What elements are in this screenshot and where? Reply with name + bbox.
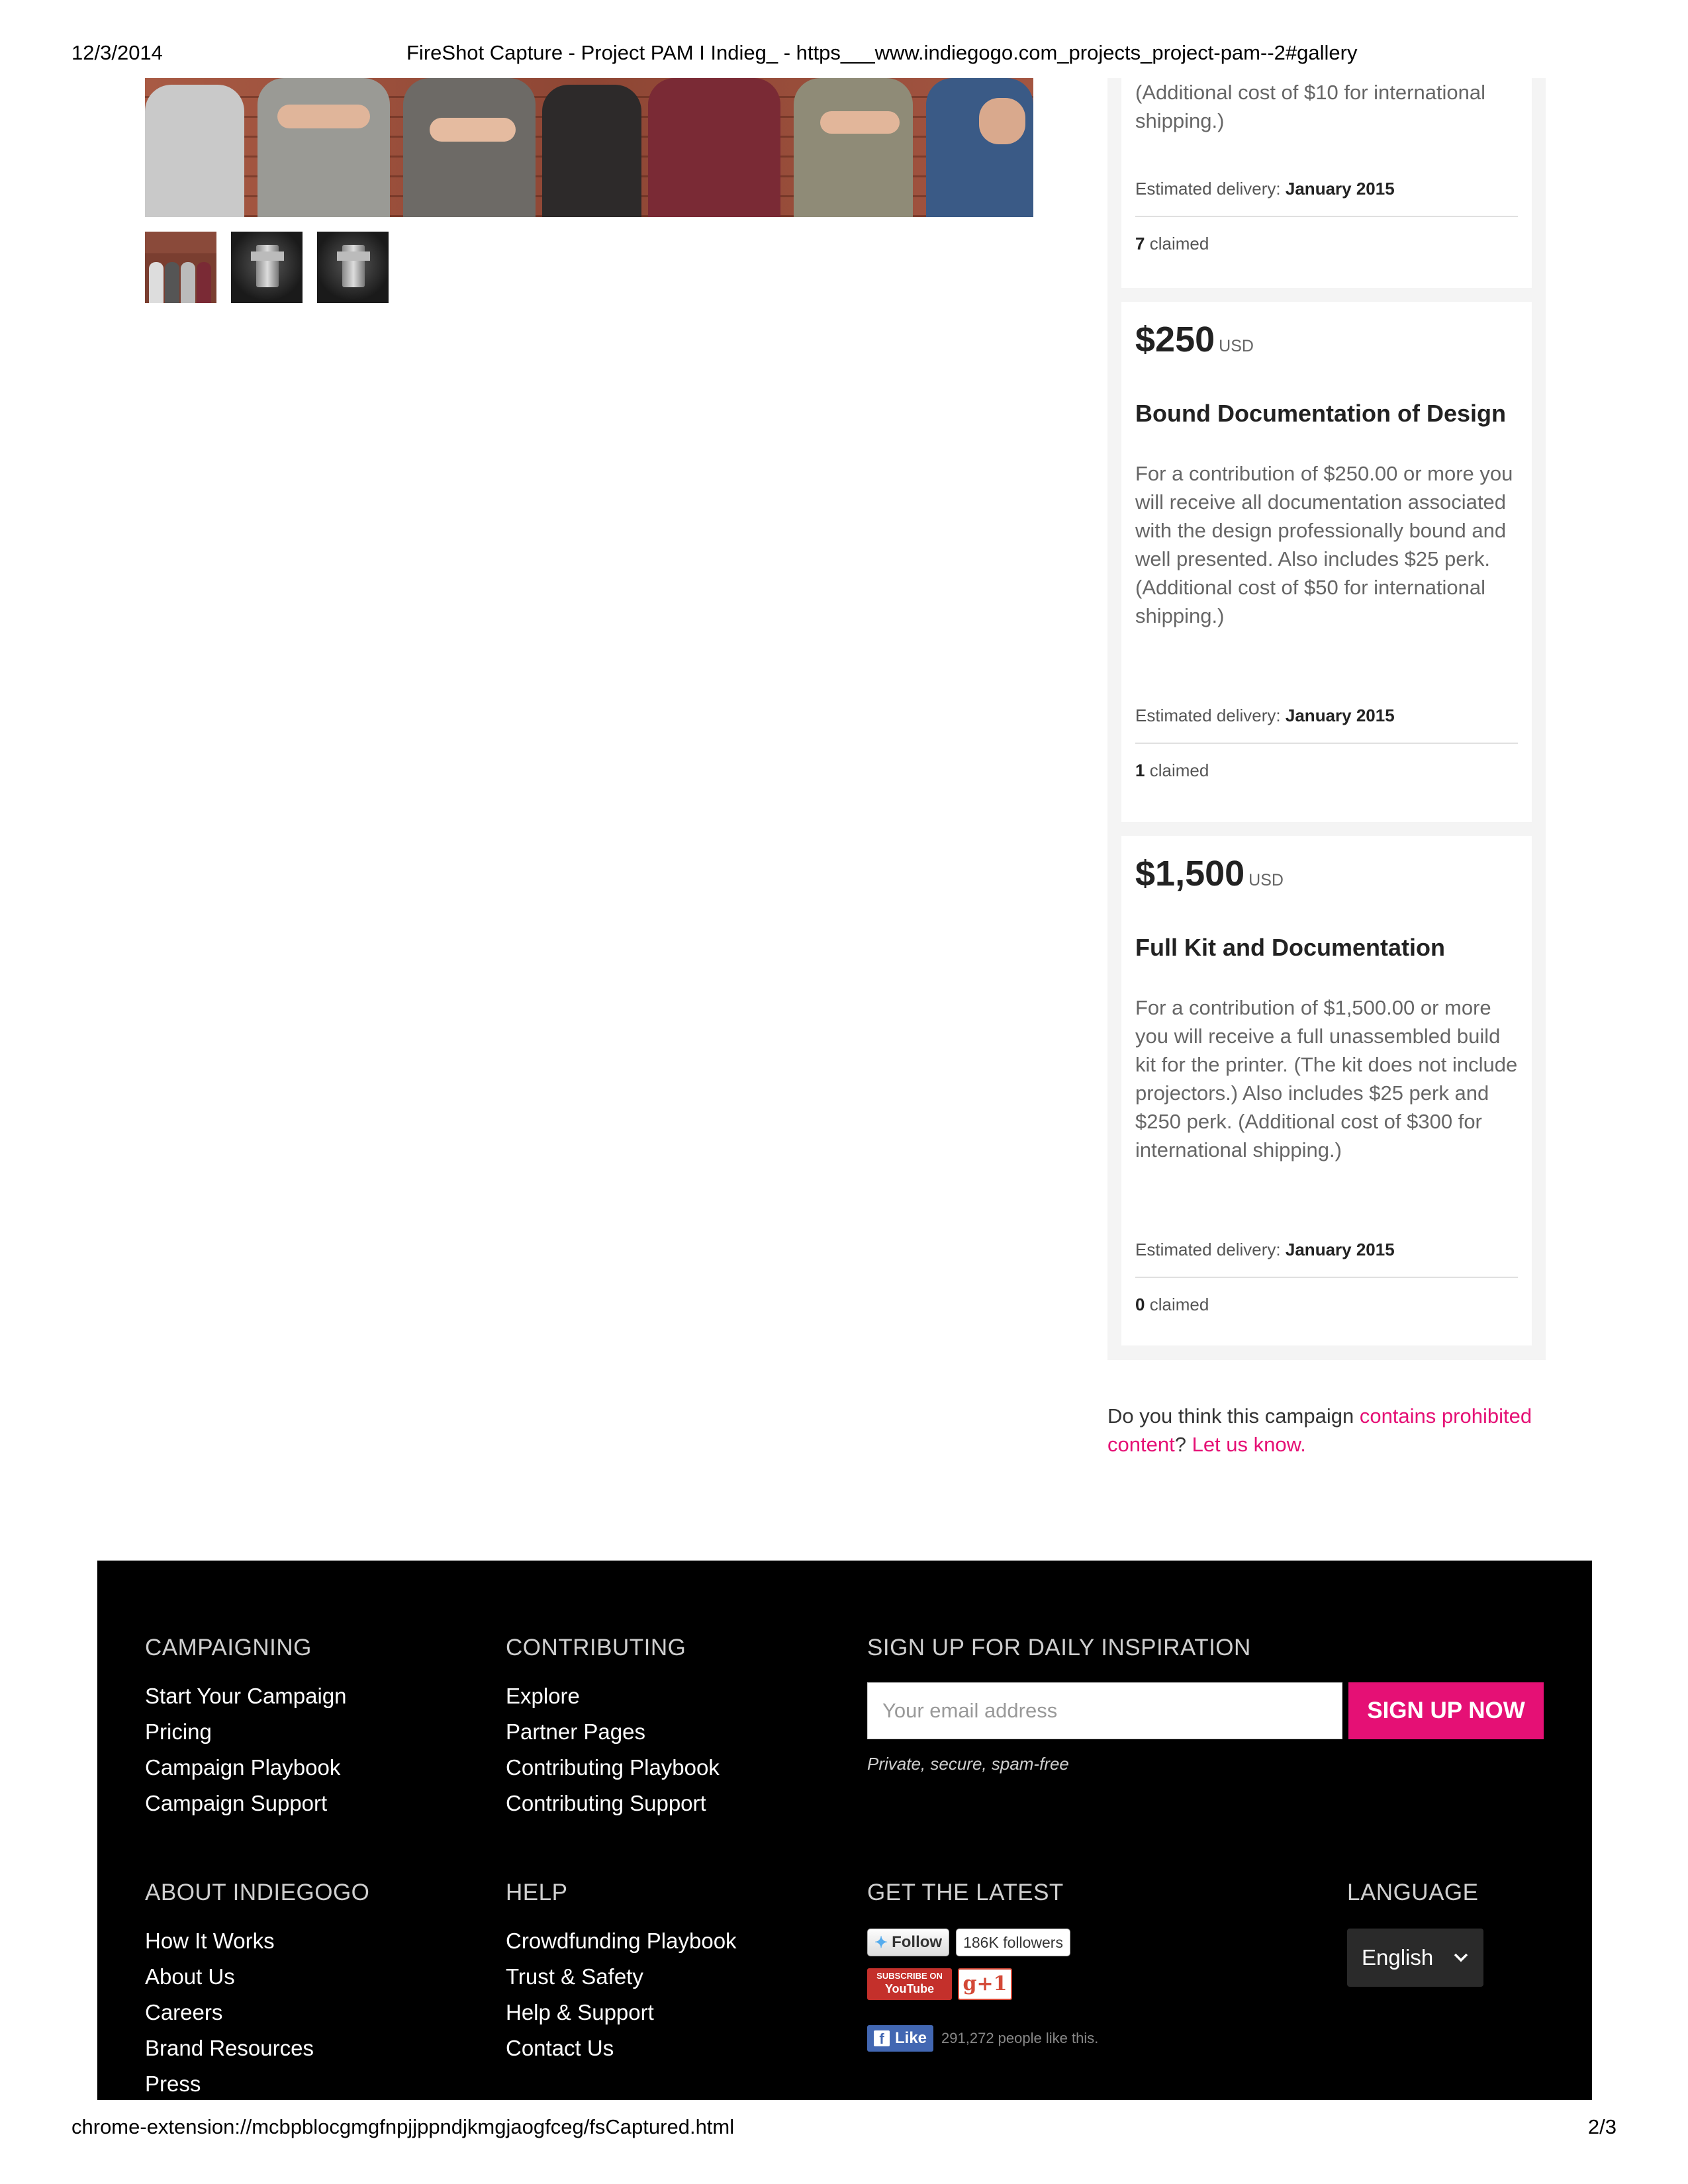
twitter-follow-button[interactable]: ✦ Follow	[867, 1929, 950, 1956]
gallery-thumb-team[interactable]	[145, 232, 216, 303]
footer-link-brand-resources[interactable]: Brand Resources	[145, 2030, 369, 2066]
footer-heading: LANGUAGE	[1347, 1880, 1479, 1905]
perk-claimed: 1 claimed	[1135, 760, 1209, 780]
perk-claimed: 0 claimed	[1135, 1295, 1209, 1314]
signup-note: Private, secure, spam-free	[867, 1754, 1069, 1774]
chevron-down-icon	[1454, 1953, 1468, 1962]
footer-link-explore[interactable]: Explore	[506, 1678, 720, 1714]
twitter-follow-widget: ✦ Follow 186K followers	[867, 1929, 1070, 1956]
gallery-thumbnails	[145, 232, 389, 303]
google-plus-button[interactable]: g+1	[958, 1968, 1012, 2000]
footer-about: ABOUT INDIEGOGO How It Works About Us Ca…	[145, 1880, 369, 2102]
let-us-know-link[interactable]: Let us know.	[1192, 1433, 1306, 1456]
footer-heading: HELP	[506, 1880, 568, 1905]
twitter-bird-icon: ✦	[874, 1933, 888, 1952]
perk-amount: $1,500 USD	[1135, 854, 1284, 893]
footer-link-campaign-support[interactable]: Campaign Support	[145, 1786, 347, 1821]
divider	[1135, 743, 1518, 744]
footer-link-trust-safety[interactable]: Trust & Safety	[506, 1959, 737, 1995]
footer-link-press[interactable]: Press	[145, 2066, 369, 2102]
footer-link-how-it-works[interactable]: How It Works	[145, 1923, 369, 1959]
email-input[interactable]: Your email address	[867, 1682, 1342, 1739]
perk-card[interactable]: (Additional cost of $10 for internationa…	[1121, 78, 1532, 288]
perk-description: For a contribution of $250.00 or more yo…	[1135, 462, 1513, 627]
footer-link-contributing-playbook[interactable]: Contributing Playbook	[506, 1750, 720, 1786]
footer-link-careers[interactable]: Careers	[145, 1995, 369, 2030]
footer-campaigning: CAMPAIGNING Start Your Campaign Pricing …	[145, 1635, 347, 1821]
footer-heading: ABOUT INDIEGOGO	[145, 1880, 370, 1905]
footer-link-start-campaign[interactable]: Start Your Campaign	[145, 1678, 347, 1714]
print-title: FireShot Capture - Project PAM I Indieg_…	[406, 41, 1358, 64]
youtube-subscribe-button[interactable]: SUBSCRIBE ON YouTube	[867, 1968, 952, 2000]
footer-link-partner-pages[interactable]: Partner Pages	[506, 1714, 720, 1750]
footer-link-help-support[interactable]: Help & Support	[506, 1995, 737, 2030]
gallery-thumb-printer-2[interactable]	[317, 232, 389, 303]
report-campaign-text: Do you think this campaign contains proh…	[1107, 1404, 1532, 1456]
footer-help: HELP Crowdfunding Playbook Trust & Safet…	[506, 1880, 737, 2066]
divider	[1135, 1277, 1518, 1278]
perk-description: (Additional cost of $10 for internationa…	[1135, 81, 1486, 132]
print-url: chrome-extension://mcbpblocgmgfnpjjppndj…	[71, 2115, 735, 2138]
footer-link-crowdfunding-playbook[interactable]: Crowdfunding Playbook	[506, 1923, 737, 1959]
perk-card[interactable]: $250 USD Bound Documentation of Design Fo…	[1121, 302, 1532, 822]
facebook-like-widget: f Like 291,272 people like this.	[867, 2025, 1098, 2052]
sign-up-button[interactable]: SIGN UP NOW	[1348, 1682, 1544, 1739]
perk-title: Full Kit and Documentation	[1135, 934, 1445, 961]
footer-link-about-us[interactable]: About Us	[145, 1959, 369, 1995]
perks-panel: (Additional cost of $10 for internationa…	[1107, 78, 1546, 1360]
footer-link-contact-us[interactable]: Contact Us	[506, 2030, 737, 2066]
footer-link-contributing-support[interactable]: Contributing Support	[506, 1786, 720, 1821]
perk-amount: $250 USD	[1135, 320, 1254, 359]
divider	[1135, 216, 1518, 217]
perk-card[interactable]: $1,500 USD Full Kit and Documentation For…	[1121, 836, 1532, 1345]
footer-heading: CONTRIBUTING	[506, 1635, 686, 1661]
perk-estimated-delivery: Estimated delivery: January 2015	[1135, 1240, 1395, 1259]
footer-signup-heading-wrap: SIGN UP FOR DAILY INSPIRATION	[867, 1635, 1251, 1661]
perk-estimated-delivery: Estimated delivery: January 2015	[1135, 705, 1395, 725]
print-date: 12/3/2014	[71, 41, 163, 64]
perk-claimed: 7 claimed	[1135, 234, 1209, 253]
footer-latest: GET THE LATEST	[867, 1880, 1064, 1906]
footer-heading: CAMPAIGNING	[145, 1635, 312, 1661]
footer-link-pricing[interactable]: Pricing	[145, 1714, 347, 1750]
perk-title: Bound Documentation of Design	[1135, 400, 1506, 427]
language-selected: English	[1362, 1945, 1434, 1970]
footer-contributing: CONTRIBUTING Explore Partner Pages Contr…	[506, 1635, 720, 1821]
perk-description: For a contribution of $1,500.00 or more …	[1135, 996, 1518, 1161]
perk-estimated-delivery: Estimated delivery: January 2015	[1135, 179, 1395, 199]
footer-heading: GET THE LATEST	[867, 1880, 1064, 1905]
footer-language: LANGUAGE	[1347, 1880, 1479, 1906]
language-select[interactable]: English	[1347, 1929, 1483, 1987]
footer-link-campaign-playbook[interactable]: Campaign Playbook	[145, 1750, 347, 1786]
facebook-like-button[interactable]: f Like	[867, 2025, 934, 2052]
gallery-main-image[interactable]	[145, 78, 1033, 217]
twitter-follower-count: 186K followers	[956, 1929, 1070, 1956]
facebook-icon: f	[874, 2030, 890, 2047]
site-footer: CAMPAIGNING Start Your Campaign Pricing …	[97, 1561, 1592, 2100]
gallery-thumb-printer-1[interactable]	[231, 232, 303, 303]
facebook-like-count: 291,272 people like this.	[941, 2030, 1099, 2046]
footer-heading: SIGN UP FOR DAILY INSPIRATION	[867, 1635, 1251, 1661]
print-page-number: 2/3	[1587, 2115, 1617, 2138]
